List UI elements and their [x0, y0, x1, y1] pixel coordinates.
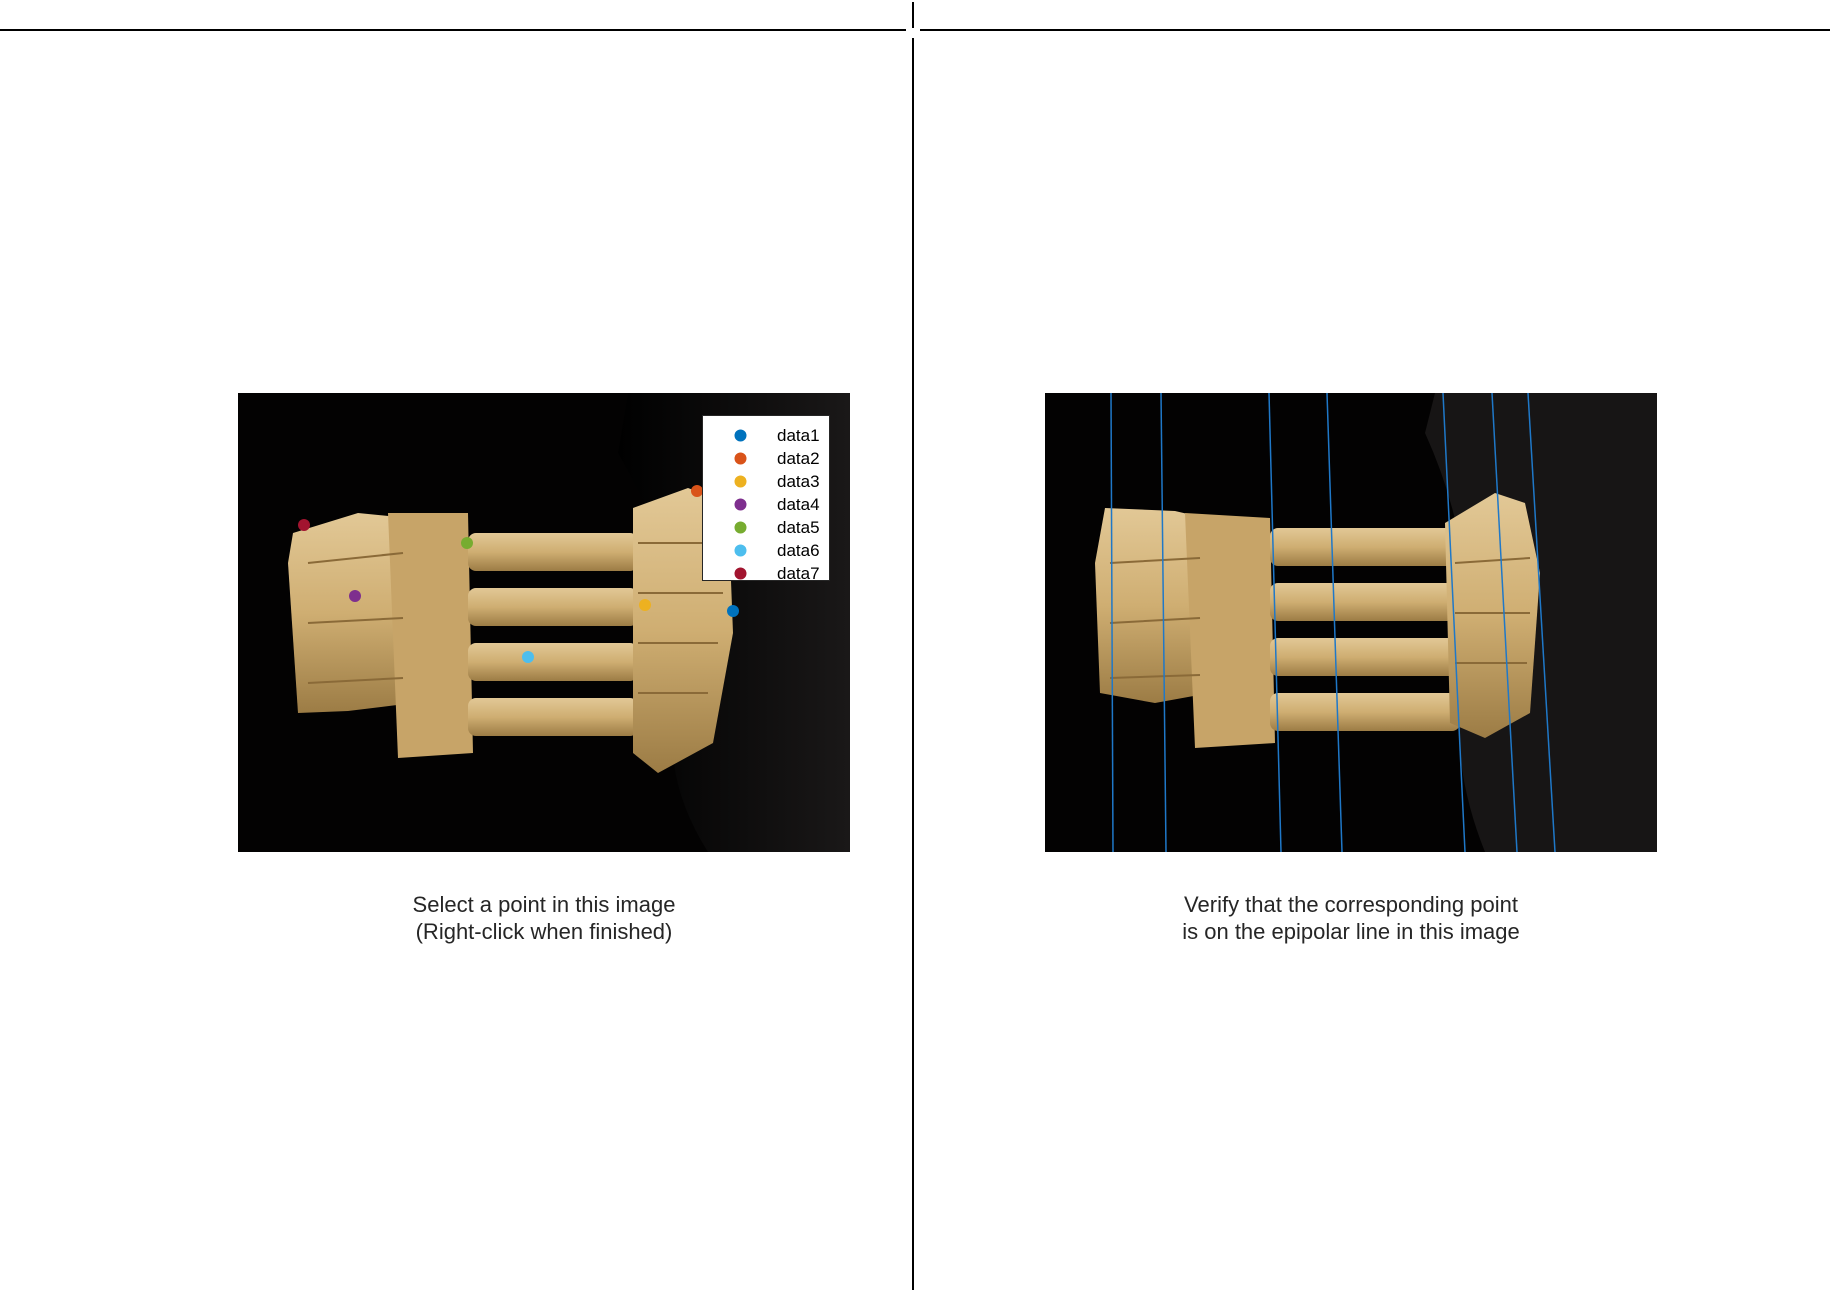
temple-column-1: [1270, 528, 1460, 566]
legend-label: data2: [777, 449, 820, 468]
legend-item: data5: [703, 516, 831, 539]
left-caption: Select a point in this image (Right-clic…: [238, 891, 850, 945]
legend[interactable]: data1 data2 data3 data4 data5 data6 data…: [702, 415, 831, 583]
legend-label: data6: [777, 541, 820, 560]
temple-right-block: [1445, 493, 1540, 738]
top-right-axis-line: [920, 29, 1830, 31]
temple-back-wall: [388, 513, 473, 758]
legend-label: data7: [777, 564, 820, 583]
temple-column-4: [1270, 693, 1460, 731]
right-caption-line1: Verify that the corresponding point: [1184, 892, 1518, 917]
legend-item: data2: [703, 447, 831, 470]
legend-marker-data4: [734, 498, 747, 511]
legend-label: data5: [777, 518, 820, 537]
right-image-axes: [1045, 393, 1657, 852]
legend-marker-data1: [734, 429, 747, 442]
point-data5: [461, 537, 473, 549]
left-caption-line2: (Right-click when finished): [415, 919, 673, 944]
point-data1: [727, 605, 739, 617]
legend-marker-data7: [734, 567, 747, 580]
point-data7: [298, 519, 310, 531]
legend-item: data3: [703, 470, 831, 493]
left-caption-line1: Select a point in this image: [412, 892, 676, 917]
point-data6: [522, 651, 534, 663]
legend-label: data3: [777, 472, 820, 491]
legend-item: data1: [703, 424, 831, 447]
top-left-axis-line: [0, 29, 906, 31]
legend-marker-data5: [734, 521, 747, 534]
temple-image-right: [1045, 393, 1657, 852]
legend-item: data6: [703, 539, 831, 562]
legend-label: data4: [777, 495, 820, 514]
temple-column-1: [468, 533, 638, 571]
point-data3: [639, 599, 651, 611]
temple-column-3: [468, 643, 638, 681]
panel-divider: [912, 38, 914, 1290]
temple-back-wall: [1185, 513, 1275, 748]
top-divider-tick: [912, 2, 914, 28]
legend-marker-data2: [734, 452, 747, 465]
legend-marker-data6: [734, 544, 747, 557]
point-data4: [349, 590, 361, 602]
temple-column-2: [468, 588, 638, 626]
right-caption: Verify that the corresponding point is o…: [1045, 891, 1657, 945]
temple-column-4: [468, 698, 638, 736]
legend-item: data4: [703, 493, 831, 516]
temple-column-3: [1270, 638, 1460, 676]
temple-column-2: [1270, 583, 1460, 621]
legend-marker-data3: [734, 475, 747, 488]
legend-label: data1: [777, 426, 820, 445]
legend-item: data7: [703, 562, 831, 585]
right-caption-line2: is on the epipolar line in this image: [1182, 919, 1520, 944]
